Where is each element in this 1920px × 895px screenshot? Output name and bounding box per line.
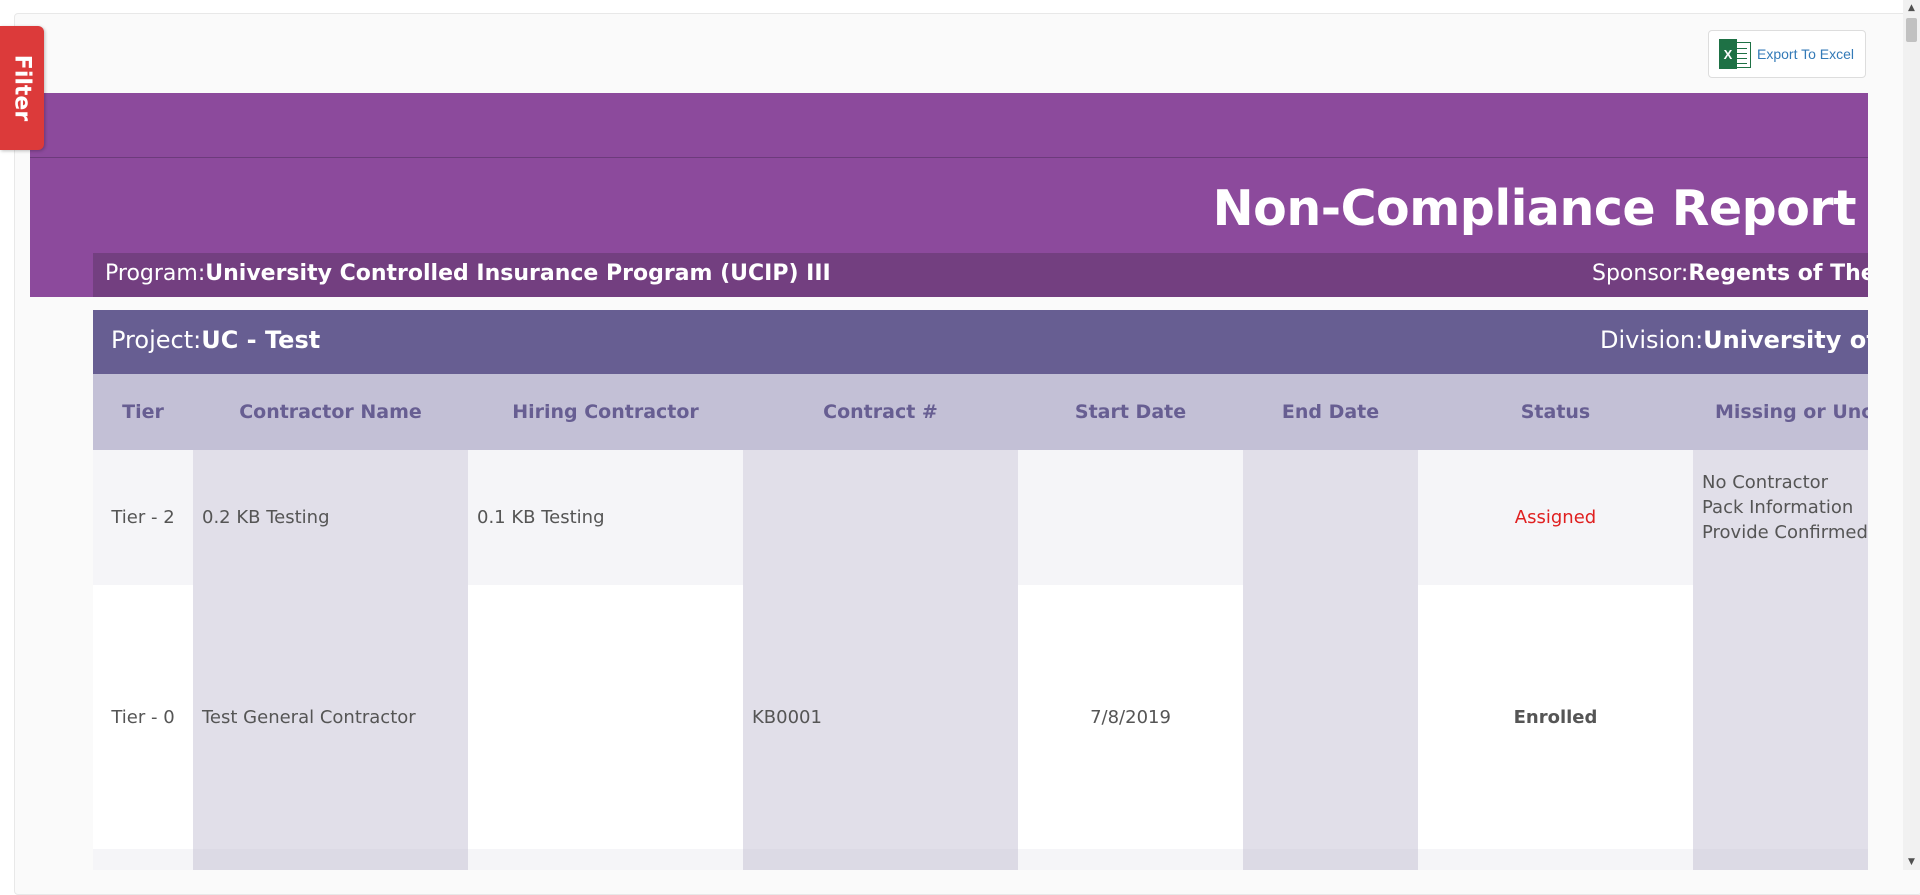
cell-hiring-contractor (468, 585, 743, 849)
column-header-status[interactable]: Status (1418, 374, 1693, 450)
cell-end-date (1243, 450, 1418, 585)
export-label: Export To Excel (1757, 46, 1855, 62)
cell-start-date (1018, 849, 1243, 870)
division-label: Division: (1600, 326, 1704, 354)
export-to-excel-button[interactable]: X Export To Excel (1708, 30, 1866, 78)
cell-missing (1693, 585, 1868, 849)
excel-icon: X (1719, 39, 1751, 69)
project-label: Project: (111, 326, 202, 354)
program-bar: Program:University Controlled Insurance … (93, 253, 1868, 297)
cell-status: Enrolled (1418, 585, 1693, 849)
table-row (93, 849, 1868, 870)
filter-tab[interactable]: Filter (0, 26, 44, 150)
cell-start-date (1018, 450, 1243, 585)
cell-tier: Tier - 0 (93, 585, 193, 849)
cell-missing: No Contractor Pack Information Provide C… (1693, 450, 1868, 585)
report-header-band (30, 93, 1868, 158)
cell-contractor-name: Test General Contractor (193, 585, 468, 849)
filter-label: Filter (9, 54, 35, 122)
cell-missing (1693, 849, 1868, 870)
cell-tier (93, 849, 193, 870)
non-compliance-table: Tier Contractor Name Hiring Contractor C… (93, 374, 1868, 870)
cell-status (1418, 849, 1693, 870)
scroll-up-arrow-icon[interactable]: ▲ (1903, 0, 1920, 16)
cell-contract-number (743, 450, 1018, 585)
cell-start-date: 7/8/2019 (1018, 585, 1243, 849)
program-value: University Controlled Insurance Program … (205, 261, 831, 286)
scroll-down-arrow-icon[interactable]: ▼ (1903, 854, 1920, 870)
sponsor-info: Sponsor:Regents of The U (1592, 261, 1868, 286)
table-row: Tier - 0 Test General Contractor KB0001 … (93, 585, 1868, 849)
program-info: Program:University Controlled Insurance … (105, 261, 831, 286)
division-info: Division:University of Ca (1600, 326, 1868, 354)
cell-contract-number (743, 849, 1018, 870)
vertical-scrollbar[interactable]: ▲ ▼ (1903, 0, 1920, 870)
cell-hiring-contractor: 0.1 KB Testing (468, 450, 743, 585)
cell-contract-number: KB0001 (743, 585, 1018, 849)
division-value: University of Ca (1703, 326, 1868, 354)
program-label: Program: (105, 261, 206, 286)
cell-contractor-name: 0.2 KB Testing (193, 450, 468, 585)
cell-end-date (1243, 585, 1418, 849)
sponsor-value: Regents of The U (1688, 261, 1868, 286)
column-header-contract-number[interactable]: Contract # (743, 374, 1018, 450)
project-info: Project:UC - Test (111, 326, 320, 354)
column-header-end-date[interactable]: End Date (1243, 374, 1418, 450)
cell-status: Assigned (1418, 450, 1693, 585)
table-header-row: Tier Contractor Name Hiring Contractor C… (93, 374, 1868, 450)
column-header-missing[interactable]: Missing or Unco (1693, 374, 1868, 450)
cell-end-date (1243, 849, 1418, 870)
table-row: Tier - 2 0.2 KB Testing 0.1 KB Testing A… (93, 450, 1868, 585)
column-header-hiring-contractor[interactable]: Hiring Contractor (468, 374, 743, 450)
scrollbar-thumb[interactable] (1906, 18, 1917, 42)
sponsor-label: Sponsor: (1592, 261, 1689, 286)
column-header-contractor-name[interactable]: Contractor Name (193, 374, 468, 450)
project-value: UC - Test (201, 326, 321, 354)
column-header-tier[interactable]: Tier (93, 374, 193, 450)
project-bar: Project:UC - Test Division:University of… (93, 310, 1868, 374)
cell-contractor-name (193, 849, 468, 870)
cell-hiring-contractor (468, 849, 743, 870)
column-header-start-date[interactable]: Start Date (1018, 374, 1243, 450)
report-title: Non-Compliance Report (1212, 180, 1857, 237)
cell-tier: Tier - 2 (93, 450, 193, 585)
